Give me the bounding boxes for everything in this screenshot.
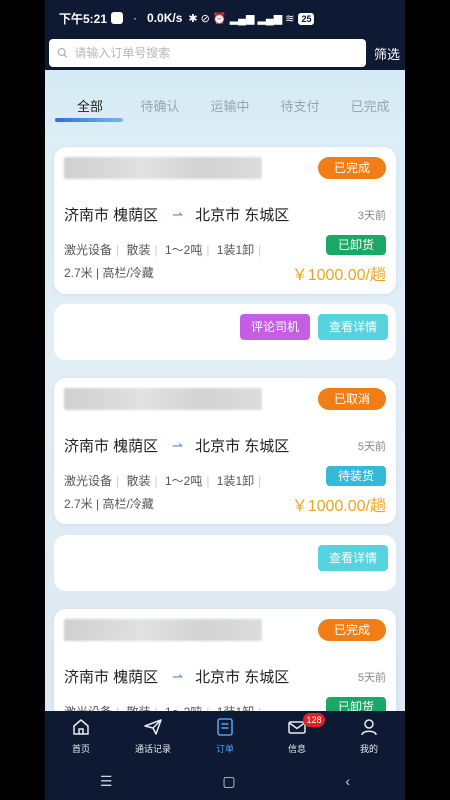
order-route: 济南市 槐荫区 ⇀ 北京市 东城区 bbox=[64, 204, 289, 225]
destination-city: 北京市 东城区 bbox=[195, 207, 290, 224]
load-unload: 1装1卸 bbox=[216, 243, 255, 257]
review-driver-button[interactable]: 评论司机 bbox=[240, 314, 310, 340]
status-time: 下午5:21 bbox=[59, 11, 108, 26]
nav-label: 通话记录 bbox=[134, 744, 171, 754]
nav-home[interactable]: 首页 bbox=[45, 711, 117, 762]
search-box[interactable] bbox=[49, 39, 366, 67]
nav-orders[interactable]: 订单 bbox=[189, 711, 261, 762]
cargo-specs: 激光设备| 散装| 1～2吨| 1装1卸| bbox=[64, 474, 262, 488]
order-card[interactable]: 已取消 济南市 槐荫区 ⇀ 北京市 东城区 5天前 激光设备 | 散装 | 1～2吨… bbox=[54, 378, 396, 524]
network-speed: 0.0K/s bbox=[147, 11, 183, 25]
order-time-ago: 5天前 bbox=[357, 672, 386, 684]
tab-in-transit[interactable]: 运输中 bbox=[195, 96, 265, 128]
tab-pending-confirm[interactable]: 待确认 bbox=[125, 96, 195, 128]
nav-label: 订单 bbox=[215, 744, 234, 754]
right-letterbox bbox=[405, 0, 450, 800]
filter-button[interactable]: 筛选 bbox=[374, 44, 400, 63]
status-icons: ✱ ⊘ ⏰ ▂▄▆ ▂▄▆ ≋ bbox=[188, 12, 295, 25]
nav-label: 首页 bbox=[71, 744, 90, 754]
user-icon bbox=[361, 719, 377, 736]
home-button-icon[interactable]: ▢ bbox=[222, 773, 235, 790]
bottom-navigation: 首页 通话记录 订单 128 信息 我的 bbox=[45, 711, 405, 762]
order-actions: 评论司机 查看详情 bbox=[54, 304, 396, 360]
order-card[interactable]: 已完成 济南市 槐荫区 ⇀ 北京市 东城区 3天前 激光设备 | 散装 | 1～2吨… bbox=[54, 147, 396, 294]
pack-type: 散装 bbox=[126, 474, 151, 488]
status-bar: 下午5:21 · 0.0K/s ✱ ⊘ ⏰ ▂▄▆ ▂▄▆ ≋ 25 bbox=[45, 0, 405, 36]
route-arrow-icon: ⇀ bbox=[172, 437, 184, 453]
order-route: 济南市 槐荫区 ⇀ 北京市 东城区 bbox=[64, 435, 289, 456]
nav-messages[interactable]: 128 信息 bbox=[261, 711, 333, 762]
system-navigation-bar: ☰ ▢ ‹ bbox=[45, 762, 405, 800]
nav-call-history[interactable]: 通话记录 bbox=[117, 711, 189, 762]
nav-label: 信息 bbox=[287, 744, 306, 754]
app-screen: 下午5:21 · 0.0K/s ✱ ⊘ ⏰ ▂▄▆ ▂▄▆ ≋ 25 筛选 全部… bbox=[45, 0, 405, 800]
nav-profile[interactable]: 我的 bbox=[333, 711, 405, 762]
notification-icon bbox=[111, 12, 124, 24]
unread-count-badge: 128 bbox=[303, 713, 325, 727]
tab-completed[interactable]: 已完成 bbox=[335, 96, 405, 128]
nav-label: 我的 bbox=[359, 744, 378, 754]
battery-level: 25 bbox=[298, 13, 315, 25]
order-number-redacted bbox=[64, 388, 262, 410]
order-number-redacted bbox=[64, 619, 262, 641]
cargo-weight: 1～2吨 bbox=[164, 474, 203, 488]
truck-specs: 2.7米 | 高栏/冷藏 bbox=[64, 497, 154, 511]
left-letterbox bbox=[0, 0, 45, 800]
cargo-type: 激光设备 bbox=[64, 243, 113, 257]
order-status-tabs: 全部 待确认 运输中 待支付 已完成 bbox=[55, 96, 405, 128]
destination-city: 北京市 东城区 bbox=[195, 669, 290, 686]
tab-all[interactable]: 全部 bbox=[55, 96, 125, 128]
order-number-redacted bbox=[64, 157, 262, 179]
load-status-badge: 待装货 bbox=[326, 466, 386, 486]
status-dot: · bbox=[133, 11, 138, 25]
view-details-button[interactable]: 查看详情 bbox=[318, 545, 388, 571]
order-price: ￥1000.00/趟 bbox=[291, 498, 386, 515]
truck-specs: 2.7米 | 高栏/冷藏 bbox=[64, 266, 154, 280]
route-arrow-icon: ⇀ bbox=[172, 668, 184, 684]
home-icon bbox=[73, 719, 89, 735]
order-status-badge: 已完成 bbox=[318, 157, 386, 179]
route-arrow-icon: ⇀ bbox=[172, 206, 184, 222]
cargo-weight: 1～2吨 bbox=[164, 243, 203, 257]
view-details-button[interactable]: 查看详情 bbox=[318, 314, 388, 340]
tab-pending-payment[interactable]: 待支付 bbox=[265, 96, 335, 128]
paper-plane-icon bbox=[144, 719, 162, 735]
search-icon bbox=[57, 48, 68, 58]
cargo-type: 激光设备 bbox=[64, 474, 113, 488]
order-status-badge: 已完成 bbox=[318, 619, 386, 641]
origin-city: 济南市 槐荫区 bbox=[64, 207, 159, 224]
menu-icon[interactable]: ☰ bbox=[100, 773, 113, 790]
destination-city: 北京市 东城区 bbox=[195, 438, 290, 455]
order-price: ￥1000.00/趟 bbox=[291, 267, 386, 284]
order-search-input[interactable] bbox=[74, 46, 358, 60]
order-actions: 查看详情 bbox=[54, 535, 396, 591]
order-list-icon bbox=[217, 718, 233, 736]
battery-icon: 25 bbox=[298, 11, 315, 25]
order-status-badge: 已取消 bbox=[318, 388, 386, 410]
order-route: 济南市 槐荫区 ⇀ 北京市 东城区 bbox=[64, 666, 289, 687]
pack-type: 散装 bbox=[126, 243, 151, 257]
load-status-badge: 已卸货 bbox=[326, 235, 386, 255]
origin-city: 济南市 槐荫区 bbox=[64, 438, 159, 455]
cargo-specs: 激光设备| 散装| 1～2吨| 1装1卸| bbox=[64, 243, 262, 257]
load-unload: 1装1卸 bbox=[216, 474, 255, 488]
search-header: 筛选 bbox=[45, 36, 405, 70]
origin-city: 济南市 槐荫区 bbox=[64, 669, 159, 686]
order-time-ago: 3天前 bbox=[357, 210, 386, 222]
back-icon[interactable]: ‹ bbox=[345, 773, 350, 789]
order-time-ago: 5天前 bbox=[357, 441, 386, 453]
